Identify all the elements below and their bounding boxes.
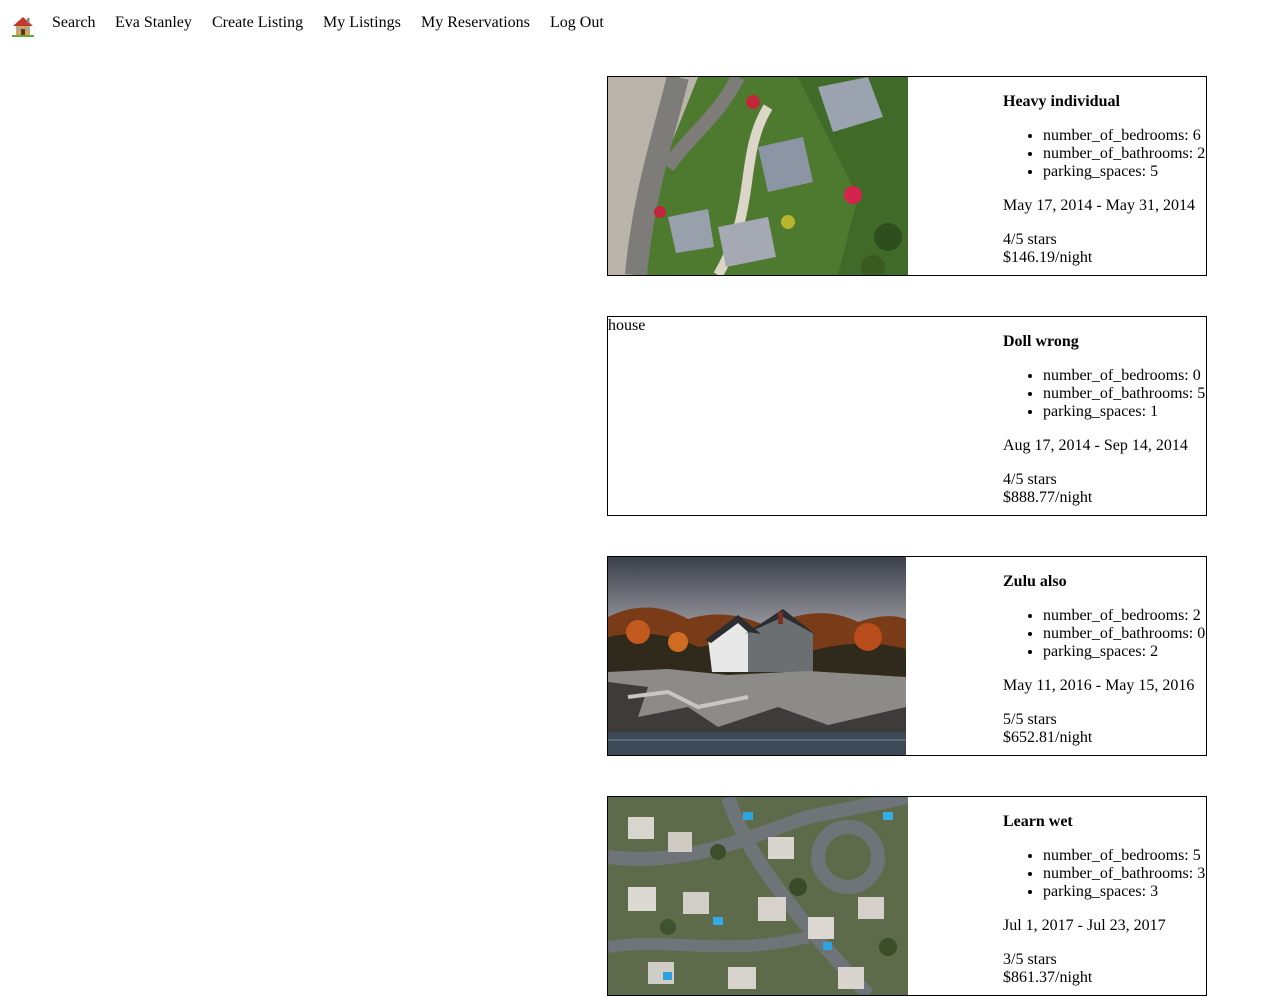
listing-card[interactable]: Heavy individual number_of_bedrooms: 6 n… <box>607 76 1207 276</box>
image-alt-text: house <box>608 317 646 334</box>
listing-features: number_of_bedrooms: 6 number_of_bathroom… <box>1003 127 1205 181</box>
listing-title: Doll wrong <box>1003 333 1079 350</box>
listing-dates: May 11, 2016 - May 15, 2016 <box>1003 677 1195 694</box>
feature-bedrooms: number_of_bedrooms: 2 <box>1043 607 1205 625</box>
listing-dates: Aug 17, 2014 - Sep 14, 2014 <box>1003 437 1188 454</box>
nav-log-out-link[interactable]: Log Out <box>550 13 604 33</box>
listing-title: Learn wet <box>1003 813 1073 830</box>
feature-parking: parking_spaces: 2 <box>1043 643 1205 661</box>
listing-rating: 4/5 stars <box>1003 231 1057 248</box>
feature-bedrooms: number_of_bedrooms: 0 <box>1043 367 1205 385</box>
nav-search-link[interactable]: Search <box>52 13 96 33</box>
nav-my-reservations-link[interactable]: My Reservations <box>421 13 530 33</box>
listing-photo[interactable] <box>608 557 908 755</box>
feature-bathrooms: number_of_bathrooms: 0 <box>1043 625 1205 643</box>
feature-bedrooms: number_of_bedrooms: 5 <box>1043 847 1205 865</box>
house-emoji-icon[interactable] <box>12 15 34 37</box>
listing-price: $146.19/night <box>1003 249 1093 266</box>
listing-features: number_of_bedrooms: 2 number_of_bathroom… <box>1003 607 1205 661</box>
listing-card[interactable]: house Doll wrong number_of_bedrooms: 0 n… <box>607 316 1207 516</box>
listing-dates: May 17, 2014 - May 31, 2014 <box>1003 197 1195 214</box>
listing-photo[interactable] <box>608 77 908 275</box>
listing-title: Zulu also <box>1003 573 1067 590</box>
listing-price: $652.81/night <box>1003 729 1093 746</box>
listing-photo-broken[interactable]: house <box>608 317 908 515</box>
listing-rating: 4/5 stars <box>1003 471 1057 488</box>
top-navigation: Search Eva Stanley Create Listing My Lis… <box>0 0 1265 46</box>
feature-bathrooms: number_of_bathrooms: 5 <box>1043 385 1205 403</box>
feature-parking: parking_spaces: 5 <box>1043 163 1205 181</box>
feature-bedrooms: number_of_bedrooms: 6 <box>1043 127 1205 145</box>
feature-bathrooms: number_of_bathrooms: 2 <box>1043 145 1205 163</box>
listing-features: number_of_bedrooms: 5 number_of_bathroom… <box>1003 847 1205 901</box>
feature-parking: parking_spaces: 3 <box>1043 883 1205 901</box>
feature-parking: parking_spaces: 1 <box>1043 403 1205 421</box>
listing-price: $861.37/night <box>1003 969 1093 986</box>
listing-features: number_of_bedrooms: 0 number_of_bathroom… <box>1003 367 1205 421</box>
listing-title: Heavy individual <box>1003 93 1120 110</box>
nav-user-profile-link[interactable]: Eva Stanley <box>115 13 192 33</box>
listing-card[interactable]: Zulu also number_of_bedrooms: 2 number_o… <box>607 556 1207 756</box>
listing-rating: 5/5 stars <box>1003 711 1057 728</box>
listing-price: $888.77/night <box>1003 489 1093 506</box>
nav-my-listings-link[interactable]: My Listings <box>323 13 401 33</box>
listing-photo[interactable] <box>608 797 908 995</box>
nav-create-listing-link[interactable]: Create Listing <box>212 13 303 33</box>
feature-bathrooms: number_of_bathrooms: 3 <box>1043 865 1205 883</box>
listing-card[interactable]: Learn wet number_of_bedrooms: 5 number_o… <box>607 796 1207 996</box>
listing-rating: 3/5 stars <box>1003 951 1057 968</box>
listing-dates: Jul 1, 2017 - Jul 23, 2017 <box>1003 917 1166 934</box>
